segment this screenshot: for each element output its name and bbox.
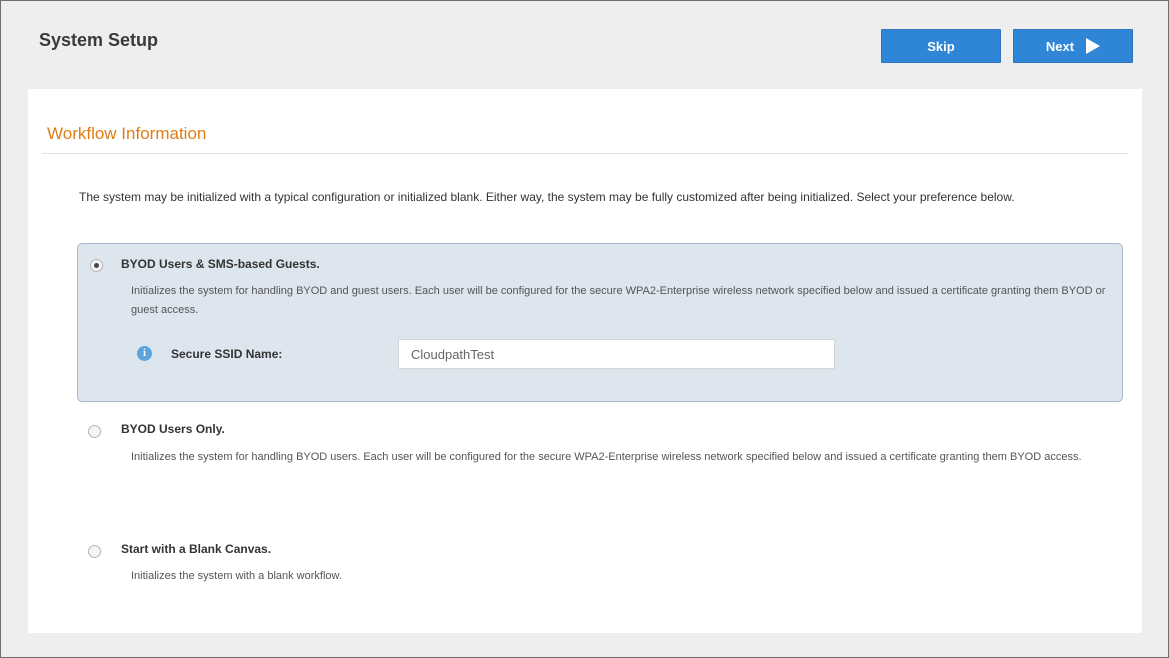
ssid-label: Secure SSID Name: xyxy=(171,347,283,361)
ssid-input[interactable] xyxy=(398,339,835,369)
radio-blank-canvas[interactable] xyxy=(88,545,101,558)
next-button-label: Next xyxy=(1045,38,1075,54)
radio-byod-only[interactable] xyxy=(88,425,101,438)
option-byod-sms-guests[interactable]: BYOD Users & SMS-based Guests. Initializ… xyxy=(77,243,1123,402)
page-title: System Setup xyxy=(39,30,159,50)
option-title-byod-only[interactable]: BYOD Users Only. xyxy=(121,422,225,436)
option-title-blank-canvas[interactable]: Start with a Blank Canvas. xyxy=(121,542,271,556)
radio-byod-sms-guests[interactable] xyxy=(90,259,103,272)
intro-text: The system may be initialized with a typ… xyxy=(79,190,1015,204)
skip-button[interactable]: Skip xyxy=(881,29,1001,63)
setup-window: System Setup Skip Next Workflow Informat… xyxy=(0,0,1169,658)
option-description-byod-only: Initializes the system for handling BYOD… xyxy=(131,451,1082,463)
info-icon[interactable]: i xyxy=(137,346,152,361)
workflow-panel: Workflow Information The system may be i… xyxy=(28,89,1142,633)
option-description: Initializes the system for handling BYOD… xyxy=(131,285,1106,316)
section-divider xyxy=(42,153,1128,154)
next-button[interactable]: Next xyxy=(1013,29,1133,63)
play-arrow-icon xyxy=(1086,38,1101,54)
option-description-blank-canvas: Initializes the system with a blank work… xyxy=(131,570,342,582)
section-title: Workflow Information xyxy=(47,124,207,143)
skip-button-label: Skip xyxy=(927,38,955,54)
header-bar: System Setup Skip Next xyxy=(1,1,1168,89)
option-title: BYOD Users & SMS-based Guests. xyxy=(121,257,320,271)
